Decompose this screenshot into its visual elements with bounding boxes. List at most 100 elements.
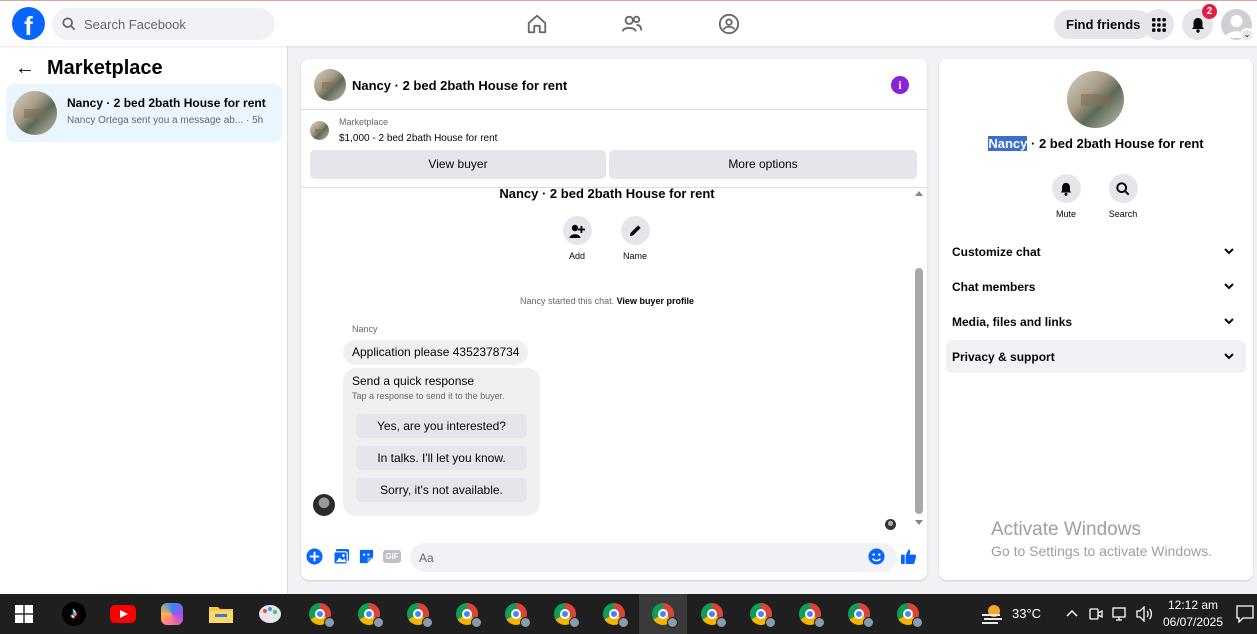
back-arrow-icon[interactable]: ← <box>15 57 35 80</box>
quick-response-option[interactable]: Yes, are you interested? <box>356 414 527 438</box>
photo-icon[interactable] <box>333 548 350 565</box>
conversation-item[interactable]: Nancy · 2 bed 2bath House for rent Nancy… <box>6 84 282 142</box>
quick-response-option[interactable]: Sorry, it's not available. <box>356 478 527 502</box>
search-box[interactable] <box>52 8 275 40</box>
taskbar-chrome[interactable] <box>737 594 785 634</box>
view-buyer-profile-link[interactable]: View buyer profile <box>617 296 694 306</box>
emoji-icon[interactable] <box>868 548 885 565</box>
menu-button[interactable] <box>1143 9 1174 40</box>
chat-details-panel: Nancy · 2 bed 2bath House for rent Mute … <box>939 59 1253 580</box>
friends-icon[interactable] <box>621 13 643 35</box>
grid-menu-icon <box>1151 17 1166 32</box>
name-action[interactable]: Name <box>610 216 660 261</box>
view-buyer-button[interactable]: View buyer <box>310 150 606 179</box>
chrome-icon <box>358 603 384 628</box>
name-label: Name <box>622 251 647 261</box>
bell-icon <box>1060 182 1072 196</box>
privacy-support-section[interactable]: Privacy & support <box>946 340 1246 373</box>
start-button[interactable] <box>0 594 48 634</box>
chrome-icon <box>407 603 433 628</box>
sender-name: Nancy <box>352 324 378 334</box>
thumbs-up-icon[interactable] <box>900 548 917 565</box>
chat-started-notice: Nancy started this chat. View buyer prof… <box>301 296 913 306</box>
scroll-up-arrow[interactable] <box>915 191 923 196</box>
taskbar-chrome[interactable] <box>590 594 638 634</box>
chrome-icon <box>799 603 825 628</box>
taskbar-chrome[interactable] <box>492 594 540 634</box>
sender-avatar[interactable] <box>313 494 335 516</box>
search-action[interactable]: Search <box>1098 174 1148 219</box>
gif-icon[interactable]: GIF <box>383 550 401 563</box>
taskbar-chrome[interactable] <box>786 594 834 634</box>
section-label: Media, files and links <box>952 315 1073 329</box>
more-options-button[interactable]: More options <box>609 150 917 179</box>
listing-thumbnail[interactable] <box>314 69 346 101</box>
notification-center-icon[interactable] <box>1236 605 1254 623</box>
temperature[interactable]: 33°C <box>1012 606 1041 621</box>
groups-icon[interactable] <box>718 13 740 35</box>
system-clock[interactable]: 12:12 am 06/07/2025 <box>1160 597 1226 631</box>
taskbar-app[interactable] <box>246 594 294 634</box>
activate-windows-watermark: Activate Windows Go to Settings to activ… <box>991 519 1212 559</box>
search-label: Search <box>1108 209 1138 219</box>
taskbar-chrome[interactable] <box>688 594 736 634</box>
chevron-down-icon[interactable]: ⌄ <box>1240 28 1254 42</box>
chrome-icon <box>456 603 482 628</box>
volume-icon[interactable] <box>1135 606 1153 622</box>
chrome-icon <box>554 603 580 628</box>
taskbar-chrome[interactable] <box>541 594 589 634</box>
started-text: Nancy started this chat. <box>520 296 615 306</box>
message-thread: Nancy · 2 bed 2bath House for rent Add N… <box>301 186 927 533</box>
add-member-action[interactable]: Add <box>552 216 602 261</box>
weather-icon[interactable] <box>980 603 1004 625</box>
section-label: Chat members <box>952 280 1036 294</box>
network-icon[interactable] <box>1111 606 1127 622</box>
chevron-down-icon <box>1224 248 1234 255</box>
taskbar-copilot[interactable] <box>148 594 196 634</box>
sticker-icon[interactable] <box>358 548 375 565</box>
media-files-links-section[interactable]: Media, files and links <box>946 305 1246 338</box>
quick-response-subtitle: Tap a response to send it to the buyer. <box>352 391 505 401</box>
thread-scrollbar[interactable] <box>913 188 925 533</box>
youtube-icon <box>110 605 136 623</box>
conversation-preview-text: Nancy Ortega sent you a message ab... <box>67 115 244 126</box>
taskbar-chrome[interactable] <box>345 594 393 634</box>
taskbar-chrome[interactable] <box>296 594 344 634</box>
bell-icon <box>1191 17 1204 33</box>
taskbar-chrome[interactable] <box>884 594 932 634</box>
conversation-preview: Nancy Ortega sent you a message ab... · … <box>67 115 263 126</box>
customize-chat-section[interactable]: Customize chat <box>946 235 1246 268</box>
listing-thumbnail <box>13 91 57 135</box>
taskbar-chrome[interactable] <box>443 594 491 634</box>
chat-members-section[interactable]: Chat members <box>946 270 1246 303</box>
taskbar-chrome[interactable] <box>394 594 442 634</box>
chevron-down-icon <box>1224 353 1234 360</box>
chevron-up-icon[interactable] <box>1066 608 1078 618</box>
search-input[interactable] <box>84 16 264 32</box>
plus-circle-icon[interactable] <box>306 548 323 565</box>
search-icon <box>1116 181 1130 195</box>
chat-title[interactable]: Nancy · 2 bed 2bath House for rent <box>352 78 567 93</box>
search-icon <box>62 17 76 31</box>
quick-response-option[interactable]: In talks. I'll let you know. <box>356 446 527 470</box>
message-input[interactable] <box>410 543 897 572</box>
scrollbar-thumb[interactable] <box>915 268 923 514</box>
home-icon[interactable] <box>526 13 548 35</box>
facebook-logo[interactable]: f <box>12 7 45 40</box>
mute-label: Mute <box>1055 209 1076 219</box>
taskbar-file-explorer[interactable] <box>197 594 245 634</box>
message-bubble[interactable]: Application please 4352378734 <box>343 340 529 365</box>
find-friends-button[interactable]: Find friends <box>1054 10 1153 39</box>
taskbar-chrome-active[interactable] <box>639 594 687 634</box>
info-icon[interactable]: i <box>891 76 909 94</box>
conversation-list-panel: ← Marketplace Nancy · 2 bed 2bath House … <box>0 46 288 594</box>
scroll-down-arrow[interactable] <box>915 520 923 525</box>
taskbar-chrome[interactable] <box>835 594 883 634</box>
listing-name[interactable]: $1,000 - 2 bed 2bath House for rent <box>339 133 497 144</box>
taskbar-youtube[interactable] <box>99 594 147 634</box>
message-composer: GIF <box>301 539 927 575</box>
meet-now-icon[interactable] <box>1089 606 1103 622</box>
mute-action[interactable]: Mute <box>1041 174 1091 219</box>
taskbar-tiktok[interactable]: ♪ <box>50 594 98 634</box>
quick-response-title: Send a quick response <box>352 374 475 388</box>
